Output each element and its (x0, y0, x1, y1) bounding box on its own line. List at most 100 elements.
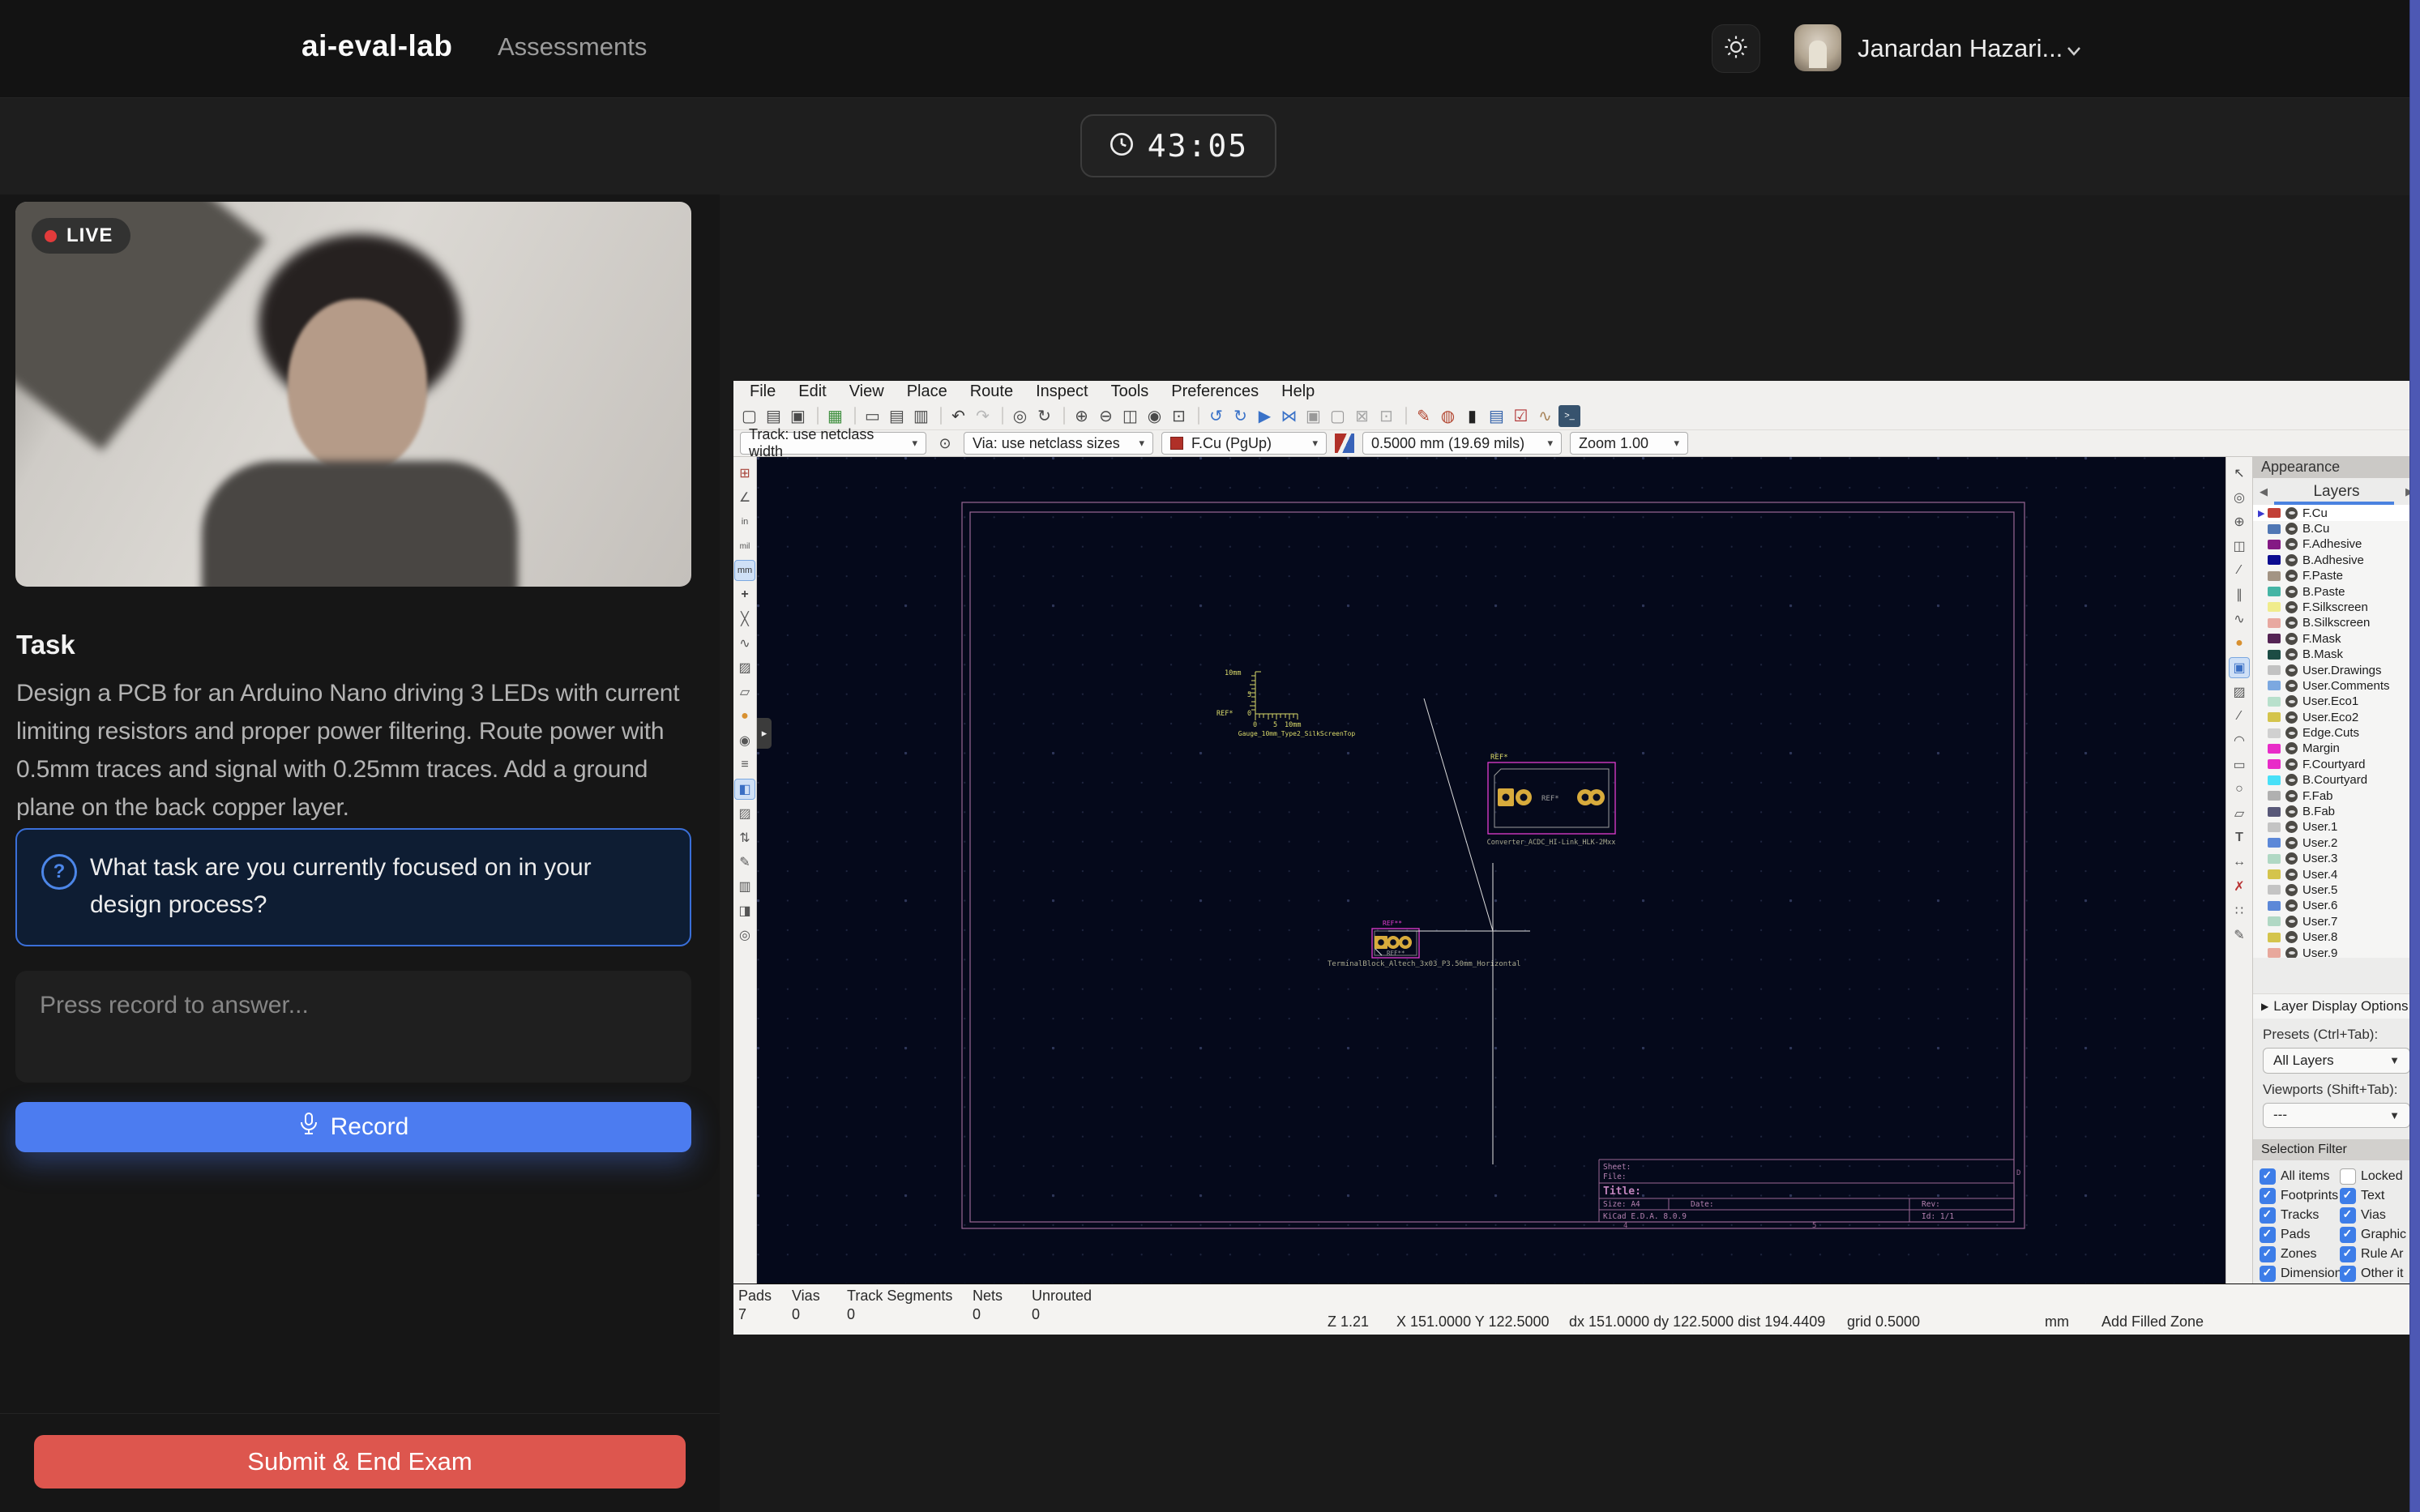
filter-checkbox[interactable]: Vias (2340, 1206, 2420, 1225)
layer-color-swatch[interactable] (2268, 948, 2281, 958)
answer-input[interactable] (15, 971, 691, 1083)
layer-color-swatch[interactable] (2268, 587, 2281, 596)
layer-visibility-eye-icon[interactable] (2285, 538, 2298, 550)
layer-row[interactable]: ▶ User.Drawings (2253, 662, 2420, 677)
layer-row[interactable]: ▶ B.Cu (2253, 521, 2420, 536)
flip-board-icon[interactable]: ⇅ (735, 828, 755, 848)
layer-row[interactable]: ▶ User.1 (2253, 819, 2420, 835)
zoom-fit-page-icon[interactable]: ◫ (1119, 405, 1141, 427)
crosshair-style-icon[interactable]: + (735, 585, 755, 604)
interactive-router-icon[interactable]: ∿ (1534, 405, 1556, 427)
layer-color-swatch[interactable] (2268, 775, 2281, 785)
layer-row[interactable]: ▶ F.Paste (2253, 568, 2420, 583)
layer-pair-indicator-icon[interactable] (1335, 434, 1354, 453)
units-mm-icon[interactable]: mm (735, 561, 755, 580)
print-icon[interactable]: ▤ (886, 405, 908, 427)
zone-outline-icon[interactable]: ▱ (735, 682, 755, 702)
mirror-icon[interactable]: ⋈ (1278, 405, 1300, 427)
layer-visibility-eye-icon[interactable] (2285, 790, 2298, 802)
filter-checkbox[interactable]: Zones (2260, 1245, 2340, 1264)
route-diff-pair-icon[interactable]: ∥ (2230, 585, 2249, 604)
refresh-icon[interactable]: ↻ (1033, 405, 1055, 427)
filter-checkbox[interactable]: Dimensions (2260, 1264, 2340, 1283)
menu-item[interactable]: Tools (1100, 382, 1161, 401)
layer-row[interactable]: ▶ User.Eco2 (2253, 710, 2420, 725)
group-icon[interactable]: ▣ (1302, 405, 1324, 427)
filter-checkbox[interactable]: Locked (2340, 1167, 2420, 1186)
layer-row[interactable]: ▶ F.Cu (2253, 505, 2420, 520)
layer-visibility-eye-icon[interactable] (2285, 805, 2298, 818)
layer-color-swatch[interactable] (2268, 807, 2281, 817)
layer-row[interactable]: ▶ B.Fab (2253, 804, 2420, 819)
drc-icon[interactable]: ☑ (1510, 405, 1532, 427)
hatch-display-icon[interactable]: ▨ (735, 804, 755, 823)
delete-tool-icon[interactable]: ✗ (2230, 877, 2249, 896)
pads-display-icon[interactable]: ● (735, 707, 755, 726)
filter-checkbox[interactable]: Rule Ar (2340, 1245, 2420, 1264)
draw-rectangle-icon[interactable]: ▭ (2230, 755, 2249, 775)
active-layer-dropdown[interactable]: F.Cu (PgUp) ▾ (1161, 432, 1327, 455)
filter-checkbox[interactable]: All items (2260, 1167, 2340, 1186)
chevron-down-icon[interactable] (2065, 42, 2083, 60)
layer-visibility-eye-icon[interactable] (2285, 601, 2298, 613)
layer-color-swatch[interactable] (2268, 618, 2281, 628)
filter-checkbox[interactable]: Other it (2340, 1264, 2420, 1283)
menu-item[interactable]: Inspect (1024, 382, 1099, 401)
ratsnest-toggle-icon[interactable]: ╳ (735, 609, 755, 629)
add-footprint-icon[interactable]: ◫ (2230, 536, 2249, 556)
layer-color-swatch[interactable] (2268, 744, 2281, 754)
theme-toggle-button[interactable] (1712, 24, 1760, 73)
layer-color-swatch[interactable] (2268, 602, 2281, 612)
layer-row[interactable]: ▶ User.5 (2253, 882, 2420, 898)
presets-dropdown[interactable]: All Layers ▼ (2263, 1048, 2410, 1074)
search-panel-icon[interactable]: ◎ (735, 925, 755, 945)
add-dimension-icon[interactable]: ↔ (2230, 852, 2249, 872)
page-settings-icon[interactable]: ▭ (862, 405, 883, 427)
layer-visibility-eye-icon[interactable] (2285, 916, 2298, 928)
layer-color-swatch[interactable] (2268, 681, 2281, 690)
board-setup-icon[interactable]: ▦ (824, 405, 846, 427)
filter-checkbox[interactable]: Pads (2260, 1225, 2340, 1245)
units-mils-icon[interactable]: mil (735, 536, 755, 556)
measure-tool-icon[interactable]: ✎ (2230, 925, 2249, 945)
layer-color-swatch[interactable] (2268, 665, 2281, 675)
layer-row[interactable]: ▶ B.Courtyard (2253, 772, 2420, 788)
rotate-cw-icon[interactable]: ↻ (1229, 405, 1251, 427)
via-size-dropdown[interactable]: Via: use netclass sizes ▾ (964, 432, 1153, 455)
tab-layers[interactable]: Layers (2274, 483, 2399, 501)
layer-row[interactable]: ▶ User.Comments (2253, 678, 2420, 694)
layer-row[interactable]: ▶ B.Silkscreen (2253, 615, 2420, 630)
layer-visibility-eye-icon[interactable] (2285, 869, 2298, 881)
filter-checkbox[interactable]: Footprints (2260, 1186, 2340, 1206)
route-tracks-icon[interactable]: ∕ (2230, 561, 2249, 580)
vias-display-icon[interactable]: ◉ (735, 731, 755, 750)
menu-item[interactable]: Help (1270, 382, 1326, 401)
select-tool-icon[interactable]: ↖ (2230, 463, 2249, 483)
layer-visibility-eye-icon[interactable] (2285, 852, 2298, 865)
filter-checkbox[interactable]: Text (2340, 1186, 2420, 1206)
units-inches-icon[interactable]: in (735, 512, 755, 532)
highlight-net-icon[interactable]: ◎ (2230, 488, 2249, 507)
menu-item[interactable]: File (738, 382, 787, 401)
layer-visibility-eye-icon[interactable] (2285, 695, 2298, 707)
panel-collapse-handle[interactable]: ▸ (757, 718, 772, 749)
undo-icon[interactable]: ↶ (947, 405, 969, 427)
zoom-selection-icon[interactable]: ⊡ (1168, 405, 1190, 427)
layer-color-swatch[interactable] (2268, 838, 2281, 848)
record-button[interactable]: Record (15, 1102, 691, 1152)
high-contrast-icon[interactable]: ◧ (735, 779, 755, 799)
menu-item[interactable]: Preferences (1160, 382, 1270, 401)
layer-row[interactable]: ▶ Margin (2253, 741, 2420, 756)
net-inspector-icon[interactable]: ▤ (1486, 405, 1507, 427)
layer-color-swatch[interactable] (2268, 728, 2281, 738)
grid-toggle-icon[interactable]: ⊞ (735, 463, 755, 483)
layers-manager-toggle-icon[interactable]: ▥ (735, 877, 755, 896)
layer-row[interactable]: ▶ User.8 (2253, 929, 2420, 945)
tab-scroll-left-icon[interactable]: ◀ (2253, 485, 2274, 498)
menu-item[interactable]: Edit (787, 382, 837, 401)
menu-item[interactable]: Route (959, 382, 1024, 401)
layer-visibility-eye-icon[interactable] (2285, 554, 2298, 566)
tracks-display-icon[interactable]: ≡ (735, 755, 755, 775)
layer-visibility-eye-icon[interactable] (2285, 742, 2298, 754)
layer-color-swatch[interactable] (2268, 555, 2281, 565)
